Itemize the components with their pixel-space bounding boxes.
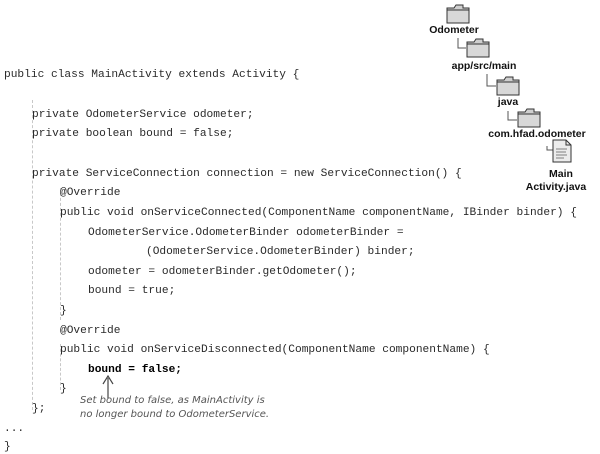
folder-icon [496,76,520,96]
project-tree: Odometer app/src/main java com.hfad.odom… [0,0,600,200]
folder-icon [466,38,490,58]
file-label-line-1: Main [549,168,573,180]
java-file-icon [552,139,572,163]
folder-label-com-hfad-odometer: com.hfad.odometer [488,128,586,140]
file-label-line-2: Activity.java [525,181,587,193]
folder-label-app-src-main: app/src/main [451,60,517,72]
folder-icon [517,108,541,128]
folder-label-java: java [497,96,519,108]
annotation-line-2: no longer bound to OdometerService. [80,409,270,420]
annotation-line-1: Set bound to false, as MainActivity is [80,395,265,406]
